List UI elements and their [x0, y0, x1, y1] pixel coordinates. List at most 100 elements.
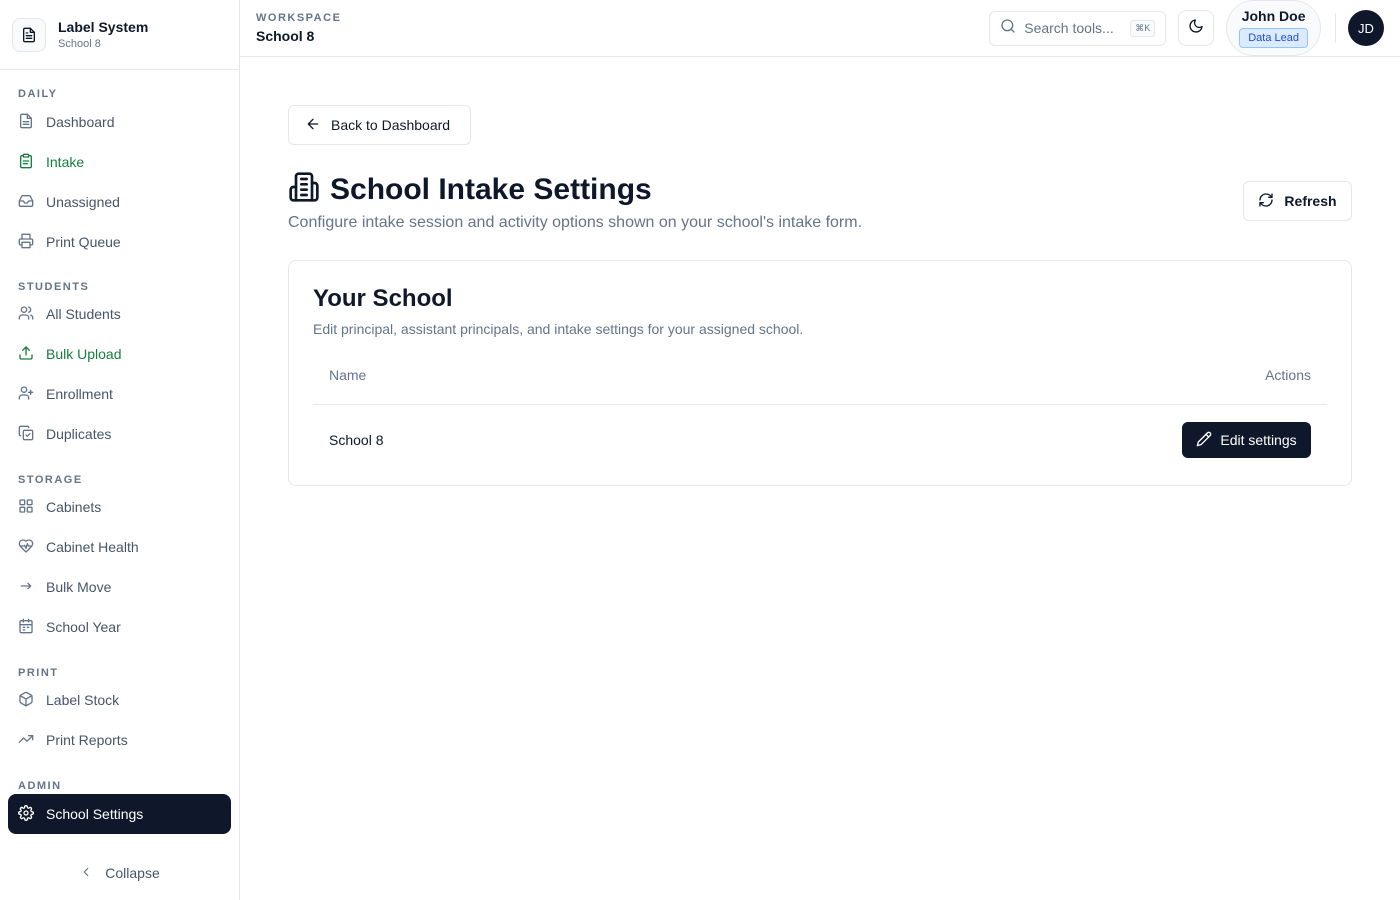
sidebar-item-label: Dashboard	[46, 114, 115, 130]
topbar-divider	[1335, 13, 1336, 43]
workspace-name: School 8	[256, 28, 315, 44]
search-icon	[1000, 18, 1016, 39]
pencil-icon	[1196, 431, 1212, 450]
your-school-card: Your School Edit principal, assistant pr…	[288, 260, 1352, 486]
card-description: Edit principal, assistant principals, an…	[313, 321, 804, 337]
sidebar-item-print-reports[interactable]: Print Reports	[8, 720, 231, 760]
calendar-icon	[18, 618, 34, 637]
sidebar-item-label: Bulk Upload	[46, 346, 122, 362]
sidebar-item-all-students[interactable]: All Students	[8, 294, 231, 334]
package-icon	[18, 691, 34, 710]
sidebar-item-label: Duplicates	[46, 426, 112, 442]
sidebar-item-intake[interactable]: Intake	[8, 142, 231, 182]
search-shortcut: ⌘K	[1130, 19, 1156, 37]
file-icon	[18, 113, 34, 132]
brand-subtitle: School 8	[58, 38, 101, 50]
chevron-left-icon	[79, 865, 93, 882]
card-title: Your School	[313, 285, 453, 312]
back-to-dashboard-button[interactable]: Back to Dashboard	[288, 105, 471, 145]
edit-settings-label: Edit settings	[1220, 432, 1297, 448]
collapse-label: Collapse	[105, 865, 160, 881]
sidebar-item-label: Cabinet Health	[46, 539, 139, 555]
sidebar-item-label: School Year	[46, 619, 121, 635]
table-row: School 8 Edit settings	[313, 405, 1327, 475]
user-menu[interactable]: John Doe Data Lead	[1226, 0, 1321, 56]
sidebar-item-enrollment[interactable]: Enrollment	[8, 374, 231, 414]
app-root: Label System School 8 DAILY Dashboard In…	[0, 0, 1400, 900]
nav-section-admin: ADMIN	[18, 780, 62, 792]
column-header-name: Name	[329, 367, 367, 383]
sidebar-item-school-year[interactable]: School Year	[8, 607, 231, 647]
sidebar-item-label: School Settings	[46, 806, 144, 822]
sidebar-item-dashboard[interactable]: Dashboard	[8, 102, 231, 142]
copy-check-icon	[18, 425, 34, 444]
page-title-row: School Intake Settings	[288, 171, 1243, 208]
workspace-label: WORKSPACE	[256, 12, 342, 24]
sidebar-item-label: Print Queue	[46, 234, 121, 250]
sidebar-item-school-settings[interactable]: School Settings	[8, 794, 231, 834]
sidebar-item-cabinets[interactable]: Cabinets	[8, 487, 231, 527]
sidebar-item-cabinet-health[interactable]: Cabinet Health	[8, 527, 231, 567]
heart-pulse-icon	[18, 538, 34, 557]
collapse-button[interactable]: Collapse	[0, 846, 239, 900]
sidebar-item-label: Intake	[46, 154, 85, 170]
user-role-badge: Data Lead	[1239, 28, 1308, 48]
nav-section-storage: STORAGE	[18, 474, 83, 486]
theme-toggle-button[interactable]	[1178, 10, 1215, 46]
school-table: Name Actions School 8 Edit settings	[313, 367, 1327, 475]
sidebar-item-unassigned[interactable]: Unassigned	[8, 182, 231, 222]
workspace-info: WORKSPACE School 8	[256, 12, 341, 44]
grid-icon	[18, 498, 34, 517]
sidebar-item-label: Label Stock	[46, 692, 120, 708]
building-icon	[288, 171, 320, 208]
page-title: School Intake Settings	[330, 172, 652, 206]
sidebar-item-label: All Students	[46, 306, 121, 322]
users-icon	[18, 305, 34, 324]
sidebar-item-label-stock[interactable]: Label Stock	[8, 680, 231, 720]
avatar[interactable]: JD	[1348, 10, 1384, 46]
refresh-label: Refresh	[1284, 193, 1337, 209]
arrow-right-icon	[18, 578, 34, 597]
gear-icon	[18, 804, 34, 824]
table-header: Name Actions	[313, 367, 1327, 405]
topbar-actions: Search tools... ⌘K John Doe Data Lead JD	[989, 0, 1384, 56]
sidebar-nav: DAILY Dashboard Intake Unassigned Print …	[0, 70, 239, 846]
user-name: John Doe	[1241, 8, 1306, 24]
page-title-block: School Intake Settings Configure intake …	[288, 171, 1243, 232]
sidebar-item-bulk-move[interactable]: Bulk Move	[8, 567, 231, 607]
sidebar-item-duplicates[interactable]: Duplicates	[8, 414, 231, 454]
nav-section-students: STUDENTS	[18, 281, 90, 293]
inbox-icon	[18, 193, 34, 212]
nav-section-print: PRINT	[18, 667, 59, 679]
clipboard-icon	[18, 153, 34, 172]
topbar: WORKSPACE School 8 Search tools... ⌘K Jo…	[240, 0, 1400, 57]
user-plus-icon	[18, 385, 34, 404]
arrow-left-icon	[305, 116, 321, 135]
main-area: WORKSPACE School 8 Search tools... ⌘K Jo…	[240, 0, 1400, 900]
search-input[interactable]: Search tools... ⌘K	[989, 10, 1167, 46]
brand[interactable]: Label System School 8	[0, 0, 239, 70]
sidebar-item-label: Print Reports	[46, 732, 128, 748]
printer-icon	[18, 233, 34, 252]
sidebar-item-bulk-upload[interactable]: Bulk Upload	[8, 334, 231, 374]
page-header: School Intake Settings Configure intake …	[288, 171, 1352, 232]
sidebar-item-label: Bulk Move	[46, 579, 112, 595]
edit-settings-button[interactable]: Edit settings	[1182, 422, 1311, 458]
nav-section-daily: DAILY	[18, 88, 58, 100]
sidebar-item-label: Cabinets	[46, 499, 102, 515]
moon-icon	[1188, 18, 1204, 39]
sidebar-item-label: Enrollment	[46, 386, 113, 402]
page-subtitle: Configure intake session and activity op…	[288, 214, 863, 231]
brand-title: Label System	[58, 19, 149, 35]
page-content: Back to Dashboard School Intake Settings…	[240, 57, 1400, 486]
sidebar-item-label: Unassigned	[46, 194, 120, 210]
document-icon	[12, 17, 46, 52]
column-header-actions: Actions	[1265, 367, 1311, 383]
sidebar: Label System School 8 DAILY Dashboard In…	[0, 0, 240, 900]
refresh-button[interactable]: Refresh	[1243, 181, 1352, 221]
school-name-cell: School 8	[329, 432, 384, 448]
search-placeholder: Search tools...	[1024, 20, 1114, 36]
sidebar-item-print-queue[interactable]: Print Queue	[8, 222, 231, 262]
trending-up-icon	[18, 731, 34, 750]
upload-icon	[18, 345, 34, 364]
